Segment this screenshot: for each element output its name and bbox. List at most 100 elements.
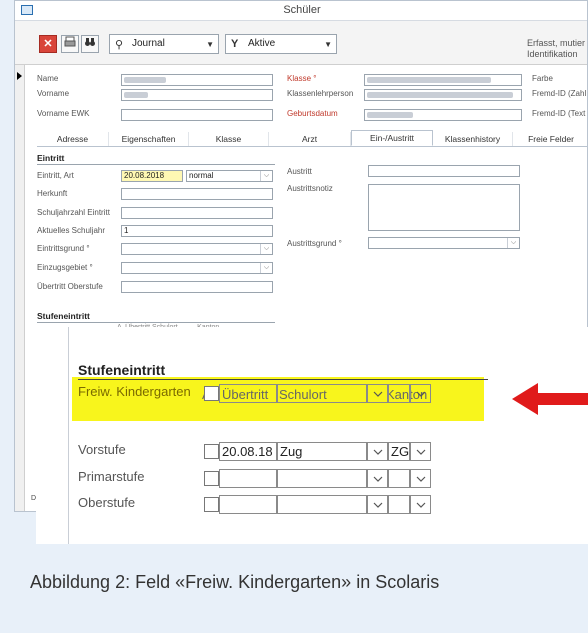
klassenlehrperson-label: Klassenlehrperson [287, 89, 354, 98]
stufeneintritt-divider [78, 379, 488, 380]
chevron-down-icon: ▼ [324, 40, 332, 49]
kanton-vorstufe[interactable]: ZG [388, 442, 410, 461]
eintritt-type-value: normal [189, 171, 214, 180]
austritt-field[interactable] [368, 165, 520, 177]
row-label-vorstufe: Vorstufe [78, 442, 126, 457]
chevron-down-icon: ⌵ [260, 171, 272, 181]
vorname-ewk-field[interactable] [121, 109, 273, 121]
einzugsgebiet-label: Einzugsgebiet ° [37, 263, 93, 272]
checkbox-vorstufe[interactable] [204, 444, 219, 459]
filter-icon: Y [231, 38, 239, 50]
schuljahrzahl-field[interactable] [121, 207, 273, 219]
austritt-label: Austritt [287, 167, 312, 176]
zoom-left-border [68, 327, 69, 544]
aktuelles-schuljahr-field[interactable]: 1 [121, 225, 273, 237]
name-field[interactable] [121, 74, 273, 86]
vorname-ewk-label: Vorname EWK [37, 109, 90, 118]
kanton-dropdown-icon[interactable] [410, 495, 431, 514]
stufeneintritt-heading: Stufeneintritt [78, 362, 166, 378]
aktive-filter-combo[interactable]: Y Aktive ▼ [225, 34, 337, 54]
title-bar: Schüler [15, 1, 587, 21]
vorname-field[interactable] [121, 89, 273, 101]
stufeneintritt-small-heading: Stufeneintritt [37, 311, 90, 321]
geburtsdatum-field[interactable] [364, 109, 522, 121]
schuljahrzahl-label: Schuljahrzahl Eintritt [37, 208, 110, 217]
red-arrow-icon [512, 383, 588, 415]
schulort-primarstufe[interactable] [277, 469, 367, 488]
klasse-field[interactable] [364, 74, 522, 86]
zoom-inset: Stufeneintritt A Übertritt Schulort Kant… [36, 327, 588, 544]
record-info: Erfasst, mutier Identifikation [527, 38, 585, 60]
fremd-id-zahl-label: Fremd-ID (Zahl [532, 89, 587, 98]
info-line-1: Erfasst, mutier [527, 38, 586, 48]
kanton-freiw-kindergarten[interactable] [388, 384, 410, 403]
vorname-label: Vorname [37, 89, 70, 98]
schulort-oberstufe[interactable] [277, 495, 367, 514]
kanton-dropdown-icon[interactable] [410, 384, 431, 403]
austrittsnotiz-field[interactable] [368, 184, 520, 231]
stufeneintritt-small-divider [37, 322, 275, 323]
checkbox-primarstufe[interactable] [204, 471, 219, 486]
aktuelles-schuljahr-label: Aktuelles Schuljahr [37, 226, 106, 235]
tab-klassenhistory[interactable]: Klassenhistory [433, 132, 513, 146]
farbe-label: Farbe [532, 74, 553, 83]
current-record-icon [17, 72, 22, 80]
uebertritt-oberstufe-label: Übertritt Oberstufe [37, 282, 103, 291]
binoculars-icon[interactable] [81, 35, 99, 53]
geburtsdatum-label: Geburtsdatum [287, 109, 338, 118]
schulort-dropdown-icon[interactable] [367, 442, 388, 461]
row-label-oberstufe: Oberstufe [78, 495, 136, 510]
schulort-dropdown-icon[interactable] [367, 469, 388, 488]
info-line-2: Identifikation [527, 49, 578, 59]
schulort-dropdown-icon[interactable] [367, 384, 388, 403]
schulort-vorstufe[interactable]: Zug [277, 442, 367, 461]
tab-arzt[interactable]: Arzt [269, 132, 351, 146]
kanton-primarstufe[interactable] [388, 469, 410, 488]
tab-ein-austritt[interactable]: Ein-/Austritt [351, 130, 433, 146]
uebertritt-oberstufe-field[interactable] [121, 281, 273, 293]
checkbox-oberstufe[interactable] [204, 497, 219, 512]
print-icon[interactable] [61, 35, 79, 53]
tab-bar: Adresse Eigenschaften Klasse Arzt Ein-/A… [37, 130, 587, 147]
journal-label: Journal [132, 38, 165, 49]
klasse-label: Klasse ° [287, 74, 317, 83]
checkbox-freiw-kindergarten[interactable] [204, 386, 219, 401]
chevron-down-icon: ▼ [206, 40, 214, 49]
kanton-dropdown-icon[interactable] [410, 442, 431, 461]
herkunft-field[interactable] [121, 188, 273, 200]
tab-freie-felder[interactable]: Freie Felder [513, 132, 587, 146]
date-primarstufe[interactable] [219, 469, 277, 488]
kanton-dropdown-icon[interactable] [410, 469, 431, 488]
schulort-dropdown-icon[interactable] [367, 495, 388, 514]
eintritt-heading: Eintritt [37, 153, 65, 163]
klassenlehrperson-field[interactable] [364, 89, 522, 101]
date-vorstufe[interactable]: 20.08.18 [219, 442, 277, 461]
row-label-freiw-kindergarten: Freiw. Kindergarten [78, 384, 191, 399]
window-title: Schüler [283, 4, 321, 16]
toolbar: ✕ ⚲ Journal ▼ Y Aktive ▼ Erfasst, mutier… [15, 21, 587, 65]
schulort-freiw-kindergarten[interactable] [277, 384, 367, 403]
delete-icon[interactable]: ✕ [39, 35, 57, 53]
journal-combo[interactable]: ⚲ Journal ▼ [109, 34, 219, 54]
herkunft-label: Herkunft [37, 189, 68, 198]
eintritt-date-field[interactable]: 20.08.2018 [121, 170, 183, 182]
record-selector[interactable] [15, 65, 25, 511]
austrittsgrund-label: Austrittsgrund ° [287, 239, 342, 248]
figure-caption: Abbildung 2: Feld «Freiw. Kindergarten» … [30, 572, 440, 592]
eintrittsgrund-label: Eintrittsgrund ° [37, 244, 90, 253]
eintritt-divider [37, 164, 275, 165]
fremd-id-text-label: Fremd-ID (Text [532, 109, 586, 118]
tab-eigenschaften[interactable]: Eigenschaften [109, 132, 189, 146]
eintrittsgrund-select[interactable]: ⌵ [121, 243, 273, 255]
search-icon: ⚲ [115, 39, 124, 51]
einzugsgebiet-select[interactable]: ⌵ [121, 262, 273, 274]
date-oberstufe[interactable] [219, 495, 277, 514]
chevron-down-icon: ⌵ [260, 263, 272, 273]
tab-adresse[interactable]: Adresse [37, 132, 109, 146]
chevron-down-icon: ⌵ [260, 244, 272, 254]
eintritt-type-select[interactable]: normal ⌵ [186, 170, 273, 182]
kanton-oberstufe[interactable] [388, 495, 410, 514]
austrittsgrund-select[interactable]: ⌵ [368, 237, 520, 249]
date-freiw-kindergarten[interactable] [219, 384, 277, 403]
tab-klasse[interactable]: Klasse [189, 132, 269, 146]
